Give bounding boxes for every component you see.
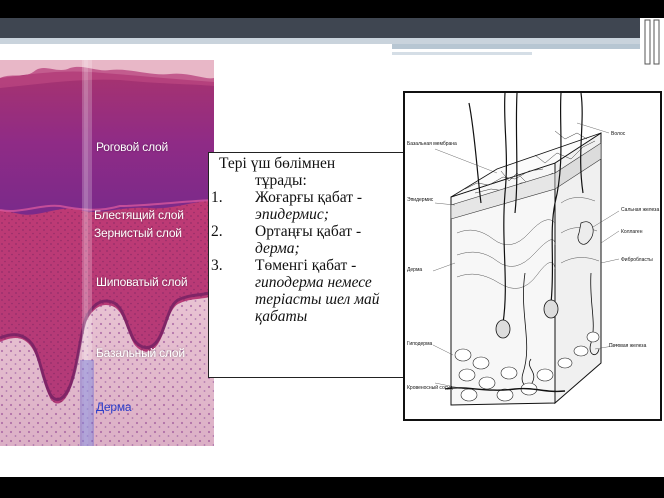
header-accent-line xyxy=(392,44,640,49)
diagram-label-sweat-gland: Потовая железа xyxy=(609,343,647,349)
list-item: 1. Жоғарғы қабат - эпидермис; xyxy=(211,189,399,223)
label-stratum-lucidum: Блестящий слой xyxy=(94,208,184,222)
diagram-label-collagen: Коллаген xyxy=(621,229,643,235)
label-stratum-spinosum: Шиповатый слой xyxy=(96,275,188,289)
list-item: 3. Төменгі қабат - гиподерма немесе тері… xyxy=(211,257,399,325)
corner-decoration xyxy=(644,19,660,65)
diagram-label-epidermis: Эпидермис xyxy=(407,197,434,203)
skin-cross-section-diagram: Базальная мембрана Эпидермис Дерма Гипод… xyxy=(403,91,662,421)
top-black-bar xyxy=(0,0,664,18)
diagram-label-fibroblasts: Фибробласты xyxy=(621,257,653,263)
diagram-label-dermis: Дерма xyxy=(407,267,422,273)
text-box-title-cont: тұрады: xyxy=(255,172,307,189)
list-number: 3. xyxy=(211,257,223,274)
diagram-label-hypodermis: Гиподерма xyxy=(407,341,433,347)
bottom-black-bar xyxy=(0,477,664,498)
list-item-text: Ортаңғы қабат - xyxy=(255,223,362,240)
list-item-text: Жоғарғы қабат - xyxy=(255,189,363,206)
label-stratum-basale: Базальный слой xyxy=(96,346,185,360)
diagram-label-blood-vessel: Кровеносный сосуд xyxy=(407,384,453,391)
list-item-definition: гиподерма немесе теріасты шел май қабаты xyxy=(255,274,380,325)
list-item-definition: эпидермис; xyxy=(255,206,329,223)
diagram-label-hair: Волос xyxy=(611,131,626,137)
header-band xyxy=(0,18,640,38)
skin-layers-text-box: Тері үш бөлімнен тұрады: 1. Жоғарғы қаба… xyxy=(208,152,406,378)
label-dermis: Дерма xyxy=(96,400,132,414)
diagram-label-basement-membrane: Базальная мембрана xyxy=(407,141,457,147)
diagram-label-sebaceous-gland: Сальная железа xyxy=(621,207,659,213)
text-box-title: Тері үш бөлімнен xyxy=(219,155,336,172)
list-item-text: Төменгі қабат - xyxy=(255,257,357,274)
label-stratum-granulosum: Зернистый слой xyxy=(94,226,182,240)
histology-image: Роговой слой Блестящий слой Зернистый сл… xyxy=(0,60,214,446)
skin-layers-list: 1. Жоғарғы қабат - эпидермис; 2. Ортаңғы… xyxy=(211,189,399,325)
list-number: 2. xyxy=(211,223,223,240)
list-item-definition: дерма; xyxy=(255,240,300,257)
list-item: 2. Ортаңғы қабат - дерма; xyxy=(211,223,399,257)
label-stratum-corneum: Роговой слой xyxy=(96,140,169,154)
header-accent-line-2 xyxy=(392,52,532,55)
list-number: 1. xyxy=(211,189,223,206)
